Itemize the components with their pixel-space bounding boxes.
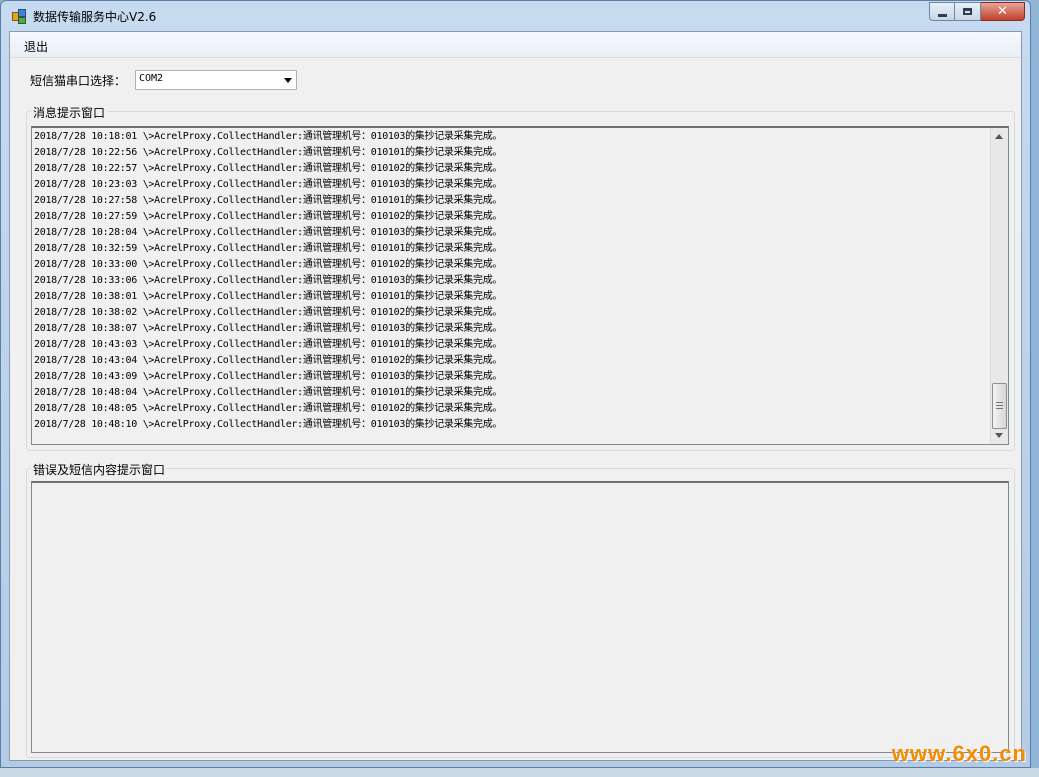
log-line: 2018/7/28 10:32:59 \>AcrelProxy.CollectH…	[34, 243, 503, 254]
log-line: 2018/7/28 10:22:56 \>AcrelProxy.CollectH…	[34, 147, 503, 158]
log-line: 2018/7/28 10:18:01 \>AcrelProxy.CollectH…	[34, 131, 503, 142]
client-area: 退出 短信猫串口选择： COM2 消息提示窗口 2018/7/28 10:18:…	[9, 31, 1022, 761]
port-select-label: 短信猫串口选择：	[30, 74, 127, 88]
scroll-up-arrow-icon[interactable]	[995, 134, 1003, 139]
message-log-scrollbar[interactable]	[990, 128, 1008, 444]
log-line: 2018/7/28 10:28:04 \>AcrelProxy.CollectH…	[34, 227, 503, 238]
error-log[interactable]	[31, 481, 1009, 753]
log-line: 2018/7/28 10:43:04 \>AcrelProxy.CollectH…	[34, 355, 503, 366]
log-line: 2018/7/28 10:22:57 \>AcrelProxy.CollectH…	[34, 163, 503, 174]
caption-buttons: ✕	[929, 2, 1025, 22]
close-icon: ✕	[997, 4, 1008, 19]
message-log[interactable]: 2018/7/28 10:18:01 \>AcrelProxy.CollectH…	[31, 126, 1009, 445]
log-line: 2018/7/28 10:33:06 \>AcrelProxy.CollectH…	[34, 275, 503, 286]
log-line: 2018/7/28 10:23:03 \>AcrelProxy.CollectH…	[34, 179, 503, 190]
title-bar[interactable]: 数据传输服务中心V2.6 ✕	[1, 1, 1030, 31]
error-group-legend: 错误及短信内容提示窗口	[31, 461, 168, 478]
log-line: 2018/7/28 10:38:07 \>AcrelProxy.CollectH…	[34, 323, 503, 334]
log-line: 2018/7/28 10:33:00 \>AcrelProxy.CollectH…	[34, 259, 503, 270]
message-group: 消息提示窗口 2018/7/28 10:18:01 \>AcrelProxy.C…	[26, 104, 1015, 451]
chevron-down-icon[interactable]	[284, 78, 292, 83]
log-line: 2018/7/28 10:43:09 \>AcrelProxy.CollectH…	[34, 371, 503, 382]
desktop-background	[0, 768, 1039, 777]
close-button[interactable]: ✕	[981, 2, 1025, 21]
minimize-button[interactable]	[929, 2, 955, 21]
maximize-button[interactable]	[955, 2, 981, 21]
log-line: 2018/7/28 10:48:05 \>AcrelProxy.CollectH…	[34, 403, 503, 414]
menu-exit[interactable]: 退出	[20, 38, 52, 55]
app-icon[interactable]	[12, 9, 26, 24]
scroll-down-arrow-icon[interactable]	[995, 433, 1003, 438]
log-line: 2018/7/28 10:38:02 \>AcrelProxy.CollectH…	[34, 307, 503, 318]
log-line: 2018/7/28 10:27:58 \>AcrelProxy.CollectH…	[34, 195, 503, 206]
port-select-value: COM2	[139, 73, 164, 84]
log-line: 2018/7/28 10:48:04 \>AcrelProxy.CollectH…	[34, 387, 503, 398]
menu-bar: 退出	[10, 32, 1021, 58]
scroll-thumb[interactable]	[992, 383, 1007, 429]
message-log-lines: 2018/7/28 10:18:01 \>AcrelProxy.CollectH…	[34, 129, 990, 433]
window-title: 数据传输服务中心V2.6	[33, 10, 157, 24]
log-line: 2018/7/28 10:43:03 \>AcrelProxy.CollectH…	[34, 339, 503, 350]
port-select[interactable]: COM2	[135, 70, 297, 90]
maximize-icon	[963, 8, 972, 15]
watermark: www.6x0.cn	[891, 741, 1027, 766]
message-group-legend: 消息提示窗口	[31, 104, 108, 121]
app-window: 数据传输服务中心V2.6 ✕ 退出 短信猫串口选择： COM2 消息提示窗口 2…	[0, 0, 1031, 768]
error-group: 错误及短信内容提示窗口	[26, 461, 1015, 758]
log-line: 2018/7/28 10:48:10 \>AcrelProxy.CollectH…	[34, 419, 503, 430]
log-line: 2018/7/28 10:38:01 \>AcrelProxy.CollectH…	[34, 291, 503, 302]
log-line: 2018/7/28 10:27:59 \>AcrelProxy.CollectH…	[34, 211, 503, 222]
minimize-icon	[937, 13, 947, 17]
